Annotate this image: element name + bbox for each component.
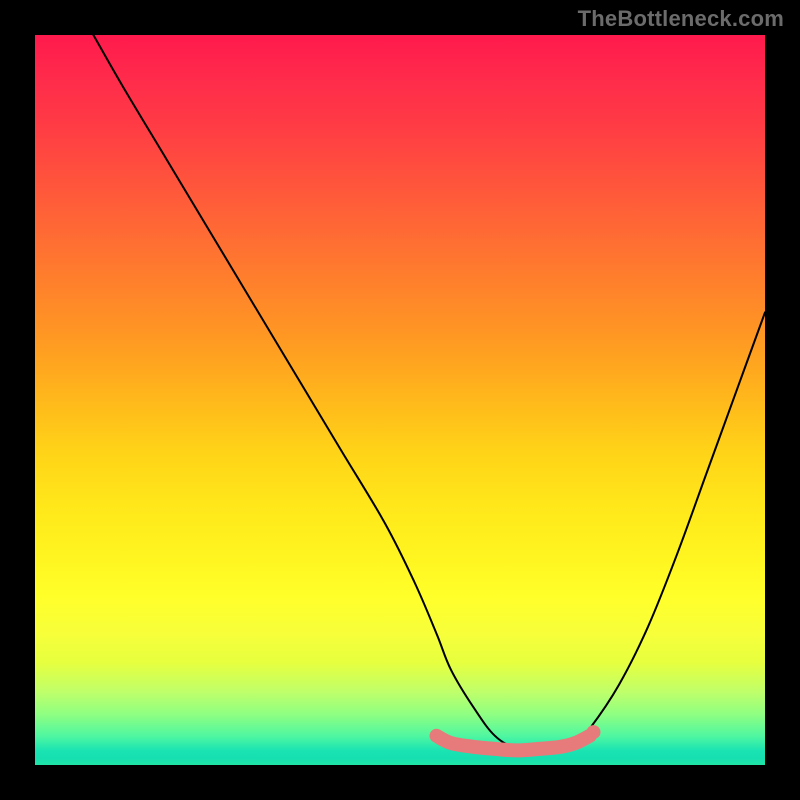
curve-layer [35,35,765,765]
black-curve [93,35,765,750]
pink-dot-right [587,725,601,739]
pink-band [437,736,590,751]
chart-frame: TheBottleneck.com [0,0,800,800]
plot-area [35,35,765,765]
watermark-text: TheBottleneck.com [578,6,784,32]
